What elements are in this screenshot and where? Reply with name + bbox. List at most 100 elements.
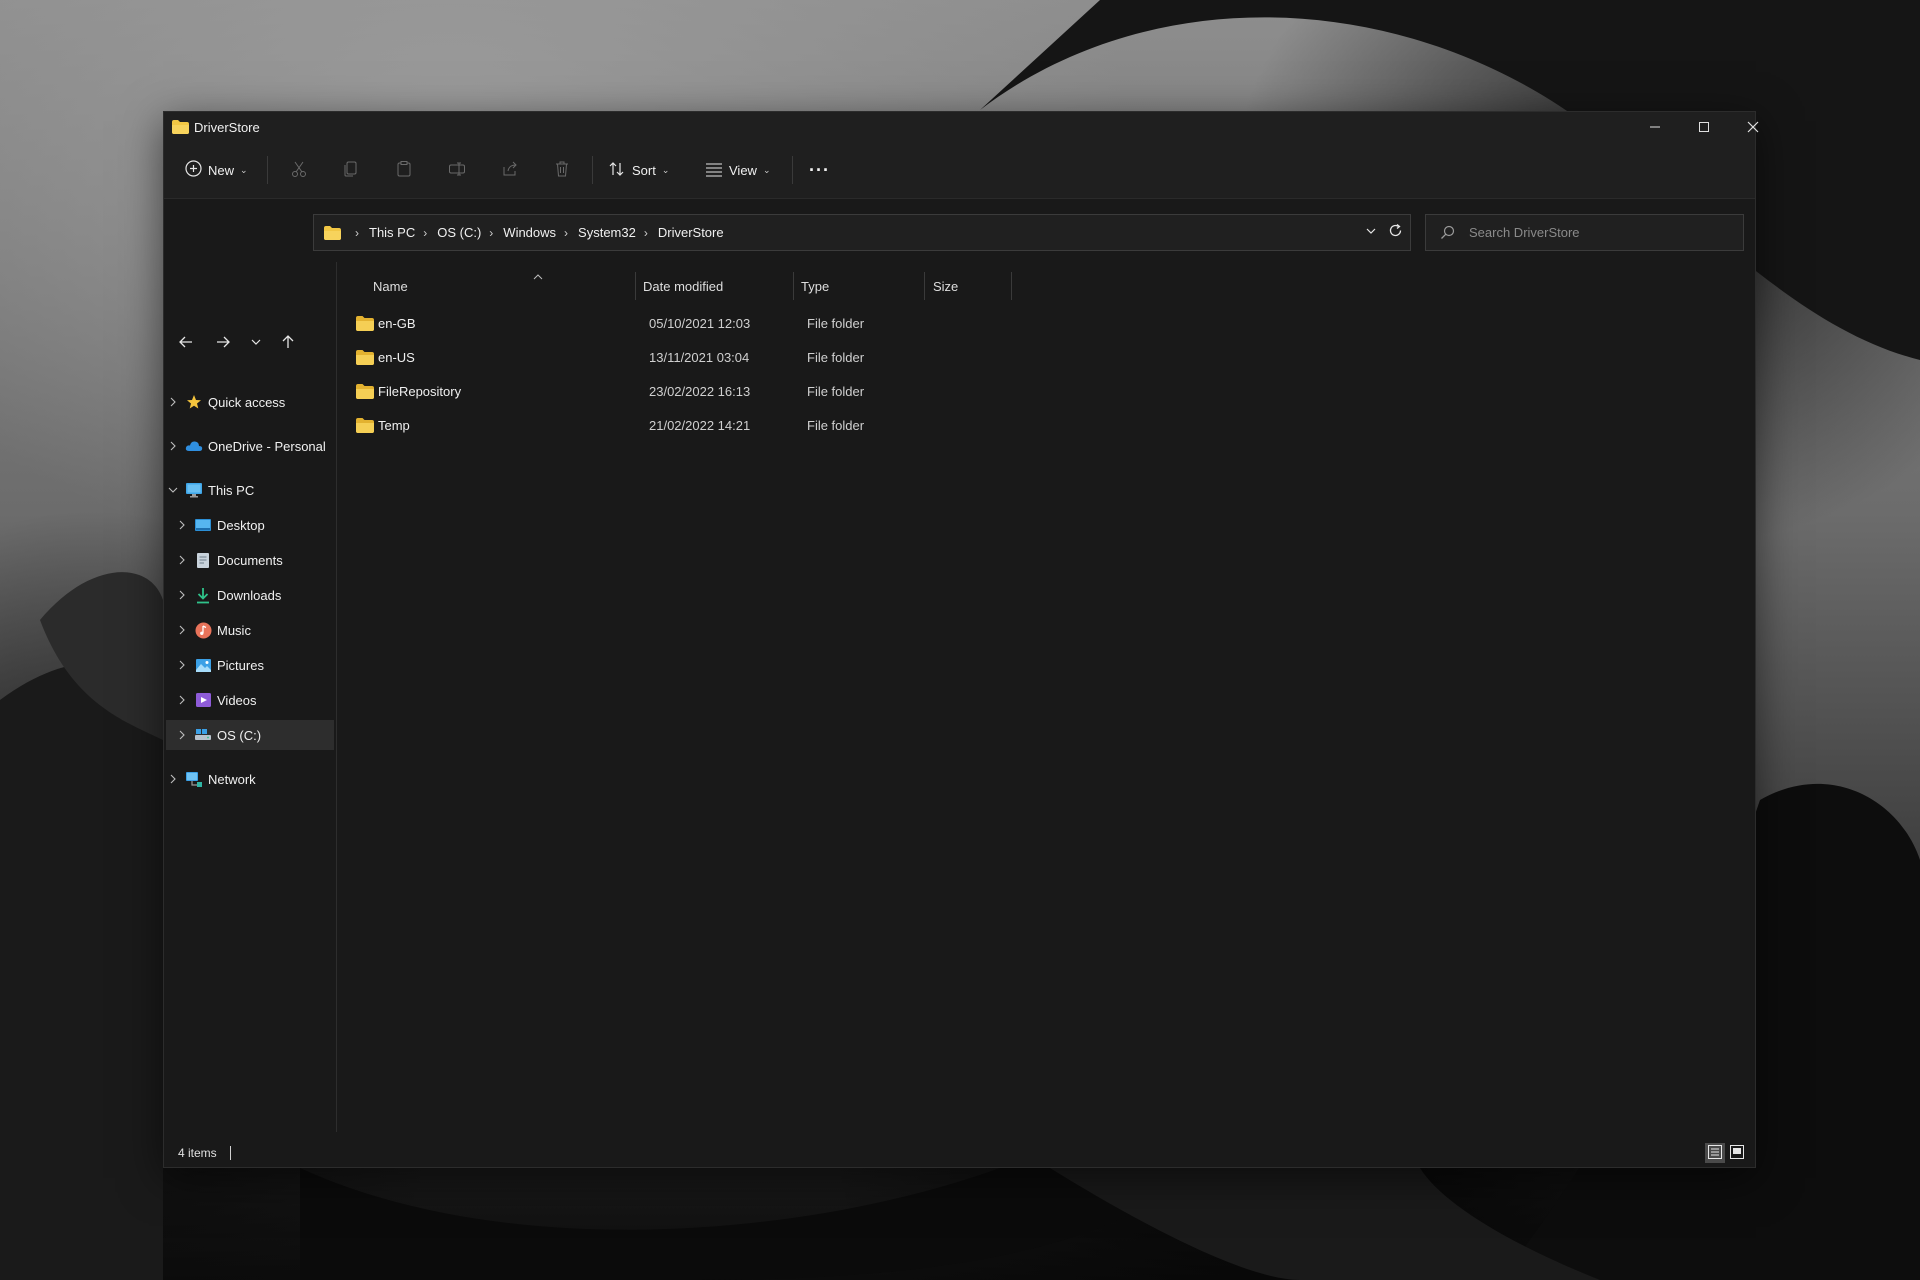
status-bar: 4 items — [164, 1138, 1755, 1168]
pictures-icon — [193, 656, 213, 674]
chevron-right-icon[interactable]: › — [423, 226, 427, 240]
chevron-right-icon[interactable] — [175, 730, 189, 740]
refresh-button[interactable] — [1380, 215, 1410, 250]
more-label: ··· — [809, 159, 830, 180]
chevron-right-icon: › — [355, 225, 359, 240]
sort-icon — [608, 160, 626, 181]
chevron-right-icon[interactable] — [175, 590, 189, 600]
sidebar-item-desktop[interactable]: Desktop — [175, 510, 334, 540]
column-resize-handle[interactable] — [635, 272, 636, 300]
column-resize-handle[interactable] — [793, 272, 794, 300]
column-header-name[interactable]: Name — [373, 272, 408, 300]
sidebar-item-label: Quick access — [208, 394, 286, 410]
computer-icon — [184, 481, 204, 499]
copy-button[interactable] — [342, 154, 360, 186]
folder-icon — [356, 374, 374, 408]
sidebar-item-downloads[interactable]: Downloads — [175, 580, 334, 610]
address-bar[interactable]: › This PC › OS (C:) › Windows › System32… — [313, 214, 1411, 251]
explorer-window: DriverStore New ⌄ Sort ⌄ View ⌄ ··· › Th… — [163, 111, 1759, 1168]
paste-button[interactable] — [395, 154, 413, 186]
chevron-right-icon[interactable] — [166, 774, 180, 784]
tiles-view-icon — [1730, 1144, 1744, 1162]
folder-icon — [356, 408, 374, 442]
chevron-right-icon[interactable] — [175, 520, 189, 530]
file-type: File folder — [807, 349, 865, 365]
chevron-right-icon[interactable] — [166, 441, 180, 451]
cut-button[interactable] — [290, 154, 308, 186]
more-options-button[interactable]: ··· — [809, 154, 830, 186]
new-button[interactable]: New ⌄ — [185, 154, 248, 186]
navigation-pane: Quick access OneDrive - Personal This PC… — [164, 262, 337, 1132]
documents-icon — [193, 551, 213, 569]
file-name: en-GB — [378, 315, 416, 331]
chevron-right-icon[interactable] — [175, 555, 189, 565]
close-button[interactable] — [1729, 112, 1777, 142]
sidebar-item-onedrive[interactable]: OneDrive - Personal — [166, 431, 334, 461]
chevron-down-icon: ⌄ — [661, 164, 670, 175]
view-button[interactable]: View ⌄ — [705, 154, 771, 186]
breadcrumb-item[interactable]: This PC — [369, 225, 415, 240]
view-list-icon — [705, 160, 723, 181]
file-name: Temp — [378, 417, 410, 433]
chevron-right-icon[interactable]: › — [564, 226, 568, 240]
sidebar-item-os-c[interactable]: OS (C:) — [166, 720, 334, 750]
column-header-label: Type — [801, 278, 830, 294]
rename-icon — [448, 160, 466, 181]
breadcrumb-item[interactable]: DriverStore — [658, 225, 724, 240]
sidebar-item-pictures[interactable]: Pictures — [175, 650, 334, 680]
large-icons-view-button[interactable] — [1727, 1143, 1747, 1163]
details-view-icon — [1708, 1144, 1722, 1162]
item-count: 4 items — [178, 1146, 217, 1160]
sidebar-item-videos[interactable]: Videos — [175, 685, 334, 715]
sidebar-item-music[interactable]: Music — [175, 615, 334, 645]
desktop-icon — [193, 516, 213, 534]
chevron-right-icon[interactable] — [175, 660, 189, 670]
sort-indicator — [533, 263, 545, 291]
column-header-size[interactable]: Size — [933, 272, 958, 300]
toolbar-divider — [792, 156, 793, 184]
maximize-button[interactable] — [1680, 112, 1728, 142]
minimize-button[interactable] — [1631, 112, 1679, 142]
search-placeholder: Search DriverStore — [1469, 225, 1580, 240]
refresh-icon — [1388, 223, 1403, 243]
chevron-right-icon[interactable]: › — [644, 226, 648, 240]
search-input[interactable]: Search DriverStore — [1425, 214, 1744, 251]
chevron-right-icon[interactable] — [166, 397, 180, 407]
table-row[interactable]: en-US 13/11/2021 03:04 File folder — [356, 340, 1006, 374]
column-header-date[interactable]: Date modified — [643, 272, 723, 300]
scissors-icon — [290, 160, 308, 181]
chevron-right-icon[interactable] — [175, 695, 189, 705]
table-row[interactable]: en-GB 05/10/2021 12:03 File folder — [356, 306, 1006, 340]
column-header-type[interactable]: Type — [801, 272, 829, 300]
sort-button[interactable]: Sort ⌄ — [608, 154, 669, 186]
table-row[interactable]: Temp 21/02/2022 14:21 File folder — [356, 408, 1006, 442]
share-button[interactable] — [501, 154, 519, 186]
column-resize-handle[interactable] — [924, 272, 925, 300]
sidebar-item-this-pc[interactable]: This PC — [166, 475, 334, 505]
file-name: FileRepository — [378, 383, 462, 399]
folder-icon — [172, 120, 189, 139]
window-title: DriverStore — [194, 120, 260, 135]
table-row[interactable]: FileRepository 23/02/2022 16:13 File fol… — [356, 374, 1006, 408]
chevron-right-icon[interactable] — [175, 625, 189, 635]
sort-label: Sort — [632, 162, 656, 178]
breadcrumb-item[interactable]: OS (C:) — [437, 225, 481, 240]
details-view-button[interactable] — [1705, 1143, 1725, 1163]
sidebar-item-quick-access[interactable]: Quick access — [166, 387, 334, 417]
chevron-right-icon[interactable]: › — [489, 226, 493, 240]
sidebar-item-network[interactable]: Network — [166, 764, 334, 794]
file-type: File folder — [807, 315, 865, 331]
share-icon — [501, 160, 519, 181]
breadcrumb-item[interactable]: Windows — [503, 225, 556, 240]
sidebar-item-documents[interactable]: Documents — [175, 545, 334, 575]
column-header-label: Size — [933, 278, 959, 294]
sidebar-item-label: Pictures — [217, 657, 264, 673]
delete-button[interactable] — [553, 154, 571, 186]
new-label: New — [208, 162, 235, 178]
column-resize-handle[interactable] — [1011, 272, 1012, 300]
file-date: 05/10/2021 12:03 — [649, 315, 751, 331]
rename-button[interactable] — [448, 154, 466, 186]
sidebar-item-label: Documents — [217, 552, 283, 568]
chevron-down-icon[interactable] — [166, 486, 180, 494]
breadcrumb-item[interactable]: System32 — [578, 225, 636, 240]
